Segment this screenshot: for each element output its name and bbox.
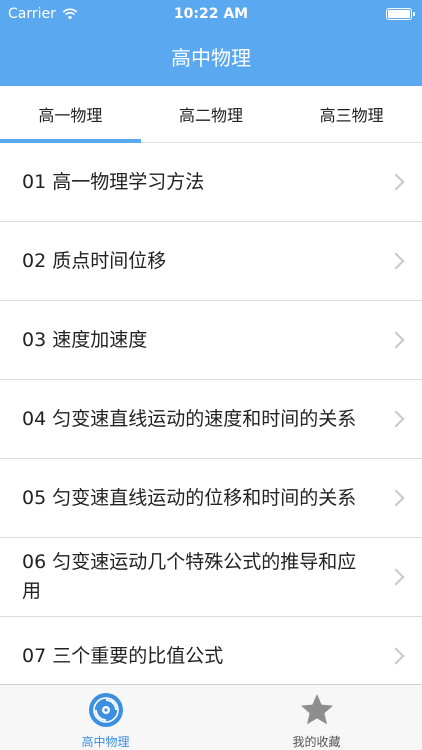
list-item-title: 05 匀变速直线运动的位移和时间的关系 <box>22 486 357 509</box>
disc-icon <box>88 693 123 727</box>
tab-label: 高一物理 <box>38 106 103 125</box>
list-item-title: 04 匀变速直线运动的速度和时间的关系 <box>22 407 357 430</box>
tab-grade-2[interactable]: 高二物理 <box>141 86 282 142</box>
tab-grade-1[interactable]: 高一物理 <box>0 86 141 143</box>
list-item-title: 06 匀变速运动几个特殊公式的推导和应用 <box>22 551 357 602</box>
tabbar-item-favorites[interactable]: 我的收藏 <box>211 685 422 750</box>
tabbar-item-home[interactable]: 高中物理 <box>0 685 211 750</box>
list-item-title: 07 三个重要的比值公式 <box>22 644 224 667</box>
chevron-right-icon <box>387 173 405 191</box>
status-time: 10:22 AM <box>173 6 249 22</box>
list-item[interactable]: 04 匀变速直线运动的速度和时间的关系 <box>0 380 422 459</box>
tab-grade-3[interactable]: 高三物理 <box>281 86 422 142</box>
battery-icon <box>386 8 415 20</box>
grade-tabs: 高一物理 高二物理 高三物理 <box>0 86 422 143</box>
tabbar-label: 高中物理 <box>81 735 130 749</box>
header: Carrier 10:22 AM 高中物理 <box>0 0 422 86</box>
tab-label: 高二物理 <box>179 106 244 125</box>
star-icon <box>300 694 333 725</box>
tab-bar: 高中物理 我的收藏 <box>0 684 422 750</box>
tab-label: 高三物理 <box>319 106 384 125</box>
list-item-title: 03 速度加速度 <box>22 328 148 351</box>
chevron-right-icon <box>387 252 405 270</box>
list-item[interactable]: 07 三个重要的比值公式 <box>0 617 422 684</box>
page-title: 高中物理 <box>171 46 251 70</box>
chevron-right-icon <box>387 410 405 428</box>
list-item-title: 01 高一物理学习方法 <box>22 170 205 193</box>
chevron-right-icon <box>387 489 405 507</box>
list-item-title: 02 质点时间位移 <box>22 249 167 272</box>
chevron-right-icon <box>387 331 405 349</box>
list-item[interactable]: 03 速度加速度 <box>0 301 422 380</box>
list-item[interactable]: 05 匀变速直线运动的位移和时间的关系 <box>0 459 422 538</box>
list-item[interactable]: 02 质点时间位移 <box>0 222 422 301</box>
chevron-right-icon <box>387 568 405 586</box>
chevron-right-icon <box>387 647 405 665</box>
list-item[interactable]: 01 高一物理学习方法 <box>0 143 422 222</box>
tabbar-label: 我的收藏 <box>292 735 341 749</box>
status-bar: Carrier 10:22 AM <box>0 0 422 30</box>
list-item[interactable]: 06 匀变速运动几个特殊公式的推导和应用 <box>0 538 422 617</box>
lesson-list: 01 高一物理学习方法 02 质点时间位移 03 速度加速度 04 匀变速直线运… <box>0 143 422 684</box>
